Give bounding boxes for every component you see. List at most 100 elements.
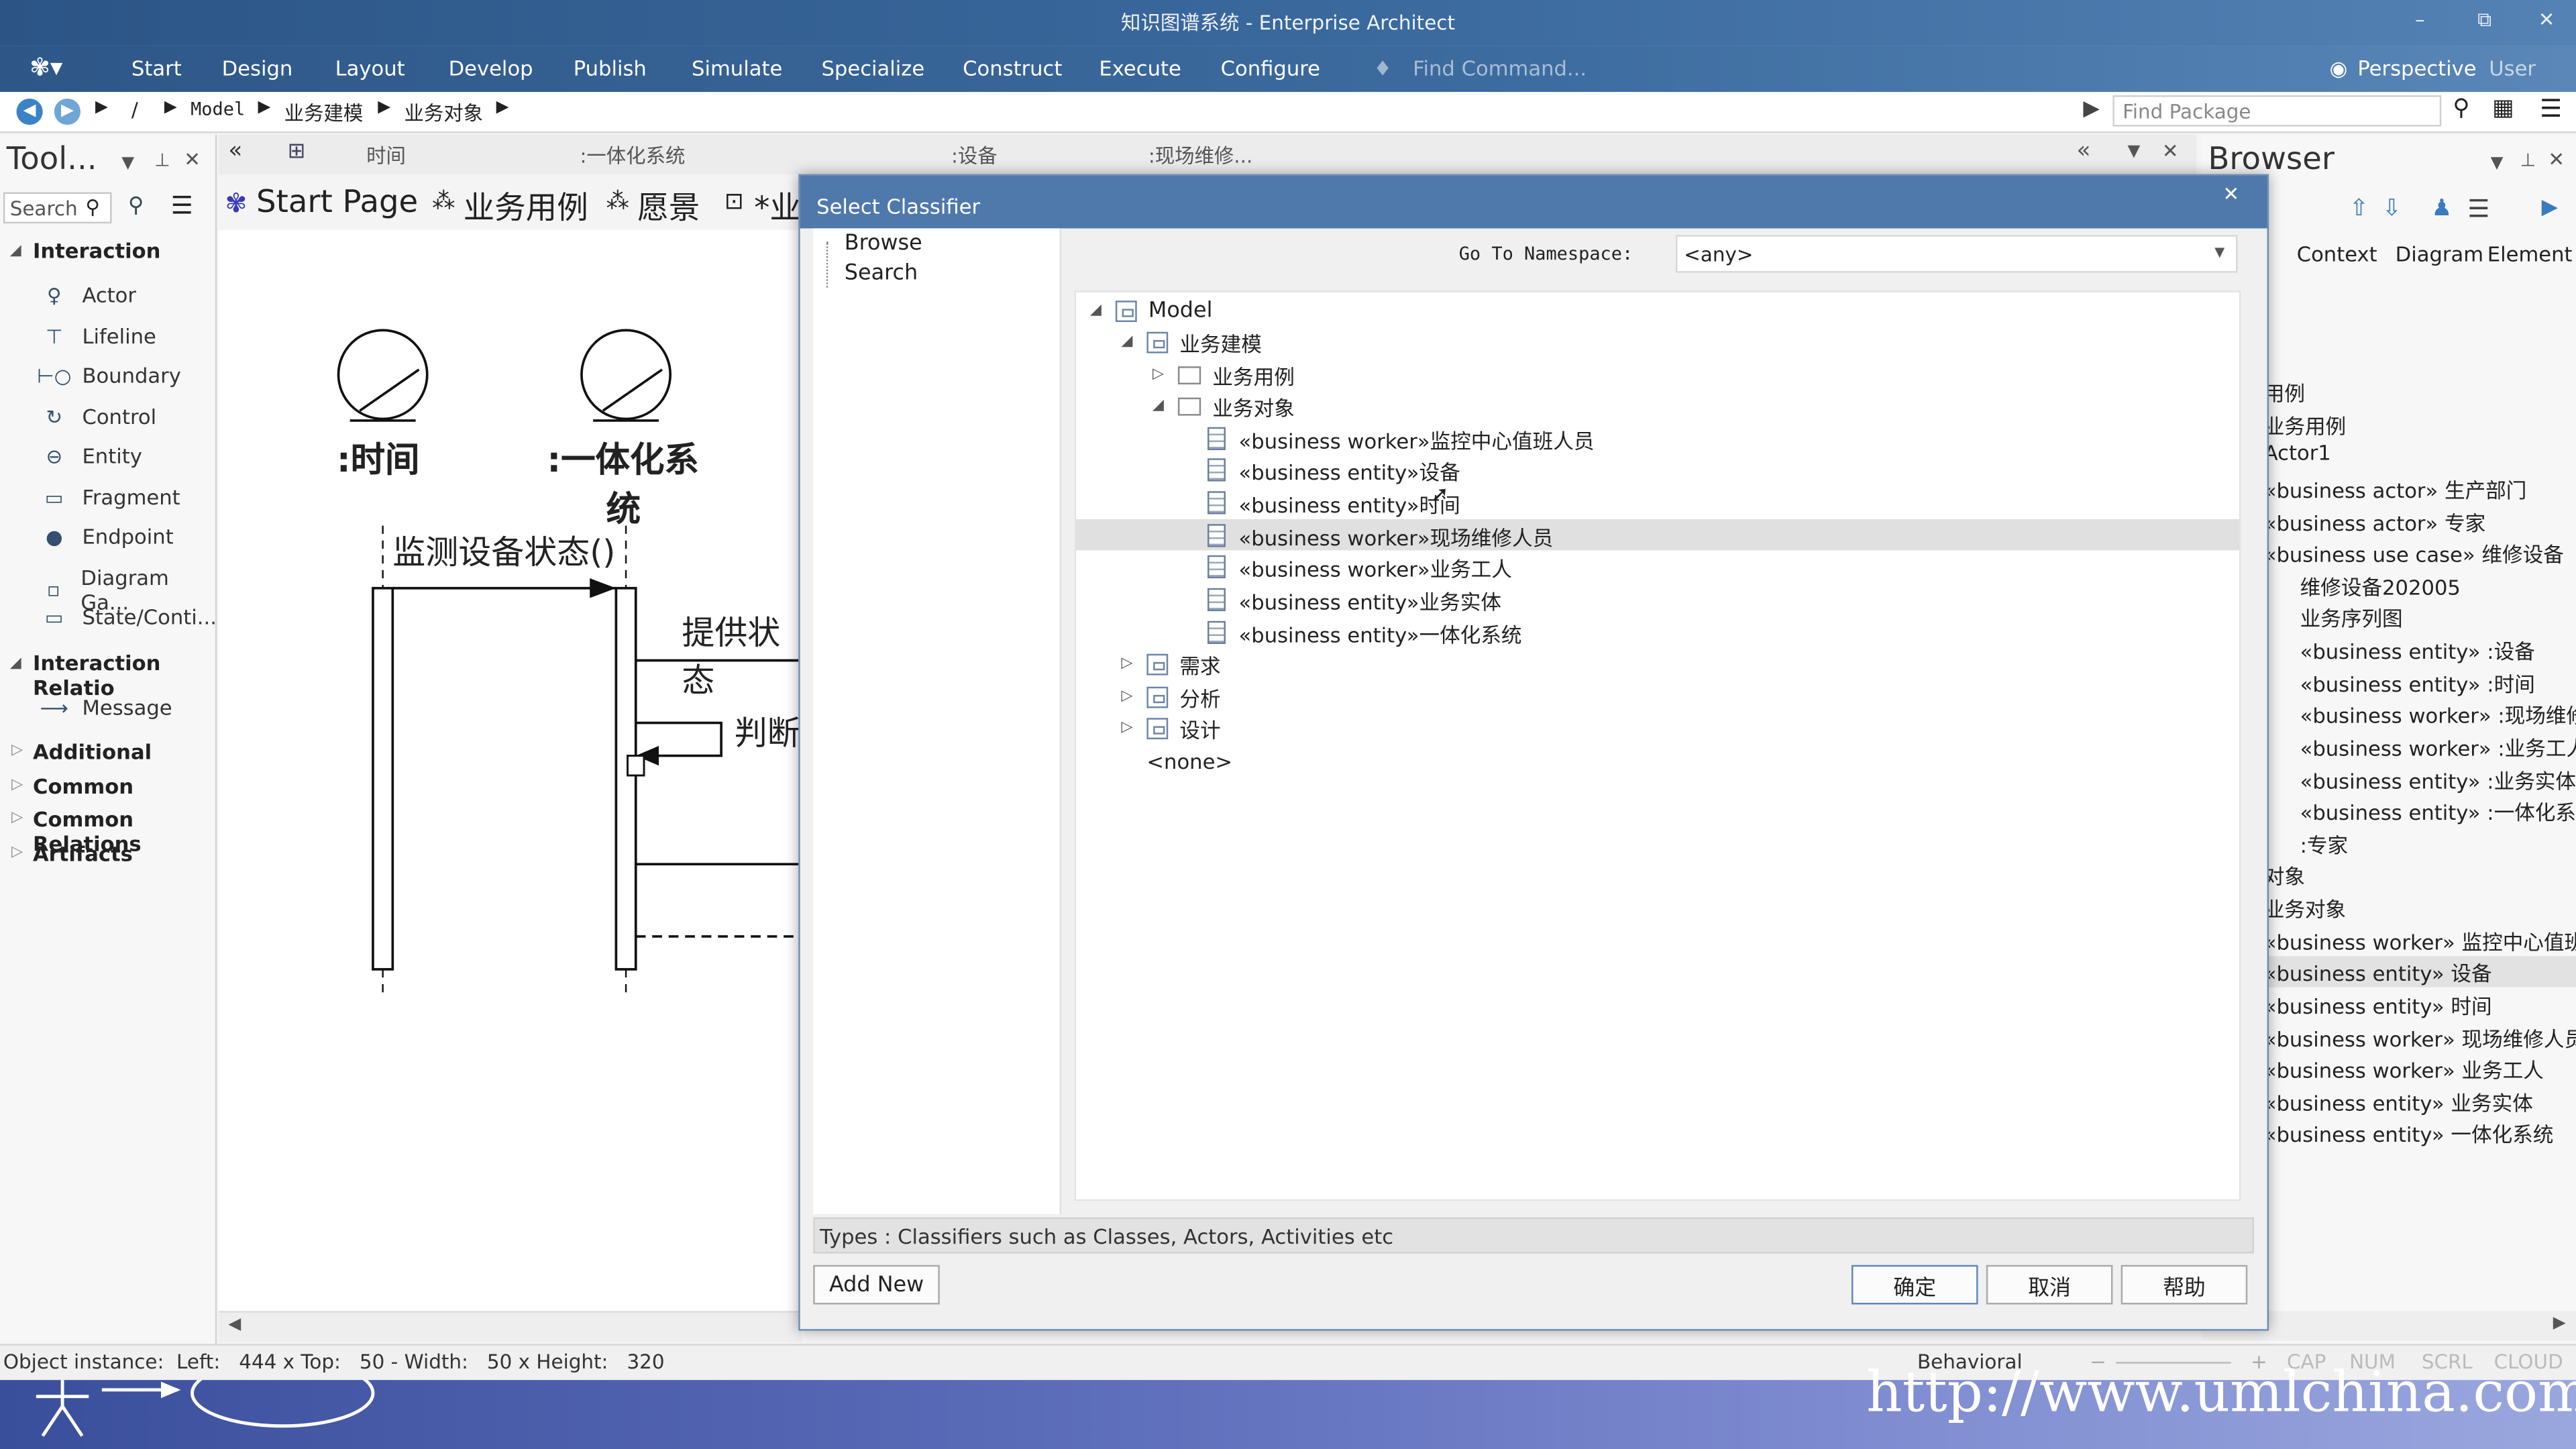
tree-node-business-modeling[interactable]: ◢ 业务建模 <box>1117 327 1262 356</box>
tool-control[interactable]: ↻ Control <box>43 404 156 429</box>
section-additional[interactable]: Additional <box>33 739 152 764</box>
browser-item[interactable]: «business worker» :业务工人 <box>2300 731 2576 763</box>
browser-item[interactable]: «business actor» 专家 <box>2264 506 2486 537</box>
header-tab-integrated-system[interactable]: :一体化系统 <box>580 142 685 170</box>
tree-node-requirements[interactable]: ▷ 需求 <box>1117 649 1221 678</box>
browser-item[interactable]: «business worker» 业务工人 <box>2264 1053 2544 1085</box>
header-tab-time[interactable]: 时间 <box>366 142 406 170</box>
dropdown-icon[interactable]: ▼ <box>2491 154 2504 172</box>
minimize-button[interactable]: – <box>2415 8 2425 31</box>
tool-lifeline[interactable]: ⊤ Lifeline <box>43 323 156 348</box>
tree-node-class[interactable]: «business entity»设备 <box>1208 455 1460 484</box>
find-icon[interactable]: ⚲ <box>128 194 144 219</box>
menu-develop[interactable]: Develop <box>449 56 533 80</box>
browser-item[interactable]: 对象 <box>2264 859 2305 891</box>
tab-business-use-case[interactable]: 业务用例 <box>464 184 588 228</box>
diagram-canvas[interactable]: :时间 :一体化系 统 监测设备状态() 提供状态 判断 <box>218 229 802 1311</box>
go-icon[interactable]: ▶ <box>2083 97 2099 121</box>
header-tab-maintenance[interactable]: :现场维修... <box>1148 142 1253 170</box>
tree-node-business-use-case[interactable]: ▷ 业务用例 <box>1148 360 1295 389</box>
menu-lines-icon[interactable]: ☰ <box>2540 94 2562 123</box>
tree-node-class[interactable]: «business worker»监控中心值班人员 <box>1208 424 1594 453</box>
menu-simulate[interactable]: Simulate <box>692 56 782 80</box>
find-package-input[interactable]: Find Package <box>2112 95 2442 127</box>
forward-icon[interactable]: ▶ <box>54 98 81 125</box>
message-label-monitor[interactable]: 监测设备状态() <box>392 526 615 574</box>
browser-item[interactable]: «business entity» 时间 <box>2264 989 2492 1020</box>
mode-search[interactable]: Search <box>845 261 918 286</box>
browser-item[interactable]: «business entity» :设备 <box>2300 634 2535 665</box>
ok-button[interactable]: 确定 <box>1851 1265 1978 1305</box>
tree-node-class[interactable]: «business entity»时间 <box>1208 488 1460 517</box>
expanded-triangle-icon[interactable]: ◢ <box>1086 303 1106 319</box>
close-window-button[interactable]: ✕ <box>2538 8 2555 31</box>
collapsed-triangle-icon[interactable]: ▷ <box>1117 688 1136 704</box>
browser-item[interactable]: «business entity» :一体化系统 <box>2300 795 2576 826</box>
tool-fragment[interactable]: ▭ Fragment <box>43 484 180 509</box>
horizontal-scrollbar[interactable]: ◀ <box>218 1311 802 1342</box>
add-new-button[interactable]: Add New <box>813 1265 940 1305</box>
tree-node-class[interactable]: «business entity»业务实体 <box>1208 585 1501 614</box>
menu-specialize[interactable]: Specialize <box>822 56 925 80</box>
tree-node-analysis[interactable]: ▷ 分析 <box>1117 682 1221 711</box>
search-icon[interactable]: ⚲ <box>85 195 100 218</box>
tree-node-class[interactable]: «business entity»一体化系统 <box>1208 618 1522 647</box>
expand-triangle-icon[interactable]: ▷ <box>11 810 23 826</box>
user-button[interactable]: User <box>2489 56 2536 80</box>
browser-item[interactable]: «business use case» 维修设备 <box>2264 537 2564 569</box>
properties-icon[interactable]: ♟ <box>2432 195 2453 221</box>
close-icon[interactable]: ✕ <box>2548 148 2565 170</box>
scroll-left-icon[interactable]: ◀ <box>228 1316 241 1334</box>
move-up-icon[interactable]: ⇧ <box>2349 195 2369 221</box>
browser-item[interactable]: 业务对象 <box>2264 892 2346 924</box>
tool-endpoint[interactable]: ● Endpoint <box>43 524 174 549</box>
back-icon[interactable]: ◀ <box>16 98 43 125</box>
close-icon[interactable]: ✕ <box>2162 140 2179 162</box>
package-grid-icon[interactable]: ▦ <box>2492 95 2514 121</box>
tree-node-design[interactable]: ▷ 设计 <box>1117 713 1221 743</box>
tree-node-class-selected[interactable]: «business worker»现场维修人员 <box>1208 521 1553 550</box>
move-down-icon[interactable]: ⇩ <box>2382 195 2402 221</box>
menu-layout[interactable]: Layout <box>335 56 405 80</box>
breadcrumb-business-modeling[interactable]: 业务建模 <box>284 99 364 127</box>
header-tab-equipment[interactable]: :设备 <box>951 142 998 170</box>
menu-design[interactable]: Design <box>222 56 293 80</box>
tree-node-model[interactable]: ◢ Model <box>1086 296 1212 325</box>
breadcrumb-model[interactable]: Model <box>191 99 245 120</box>
search-icon[interactable]: ⚲ <box>2453 95 2469 121</box>
tool-actor[interactable]: ♀ Actor <box>43 282 136 307</box>
menu-execute[interactable]: Execute <box>1099 56 1181 80</box>
dialog-close-button[interactable]: ✕ <box>2222 182 2239 205</box>
collapse-left-icon[interactable]: « <box>228 138 242 164</box>
scroll-right-icon[interactable]: ▶ <box>2553 1314 2566 1332</box>
tool-entity[interactable]: ⊖ Entity <box>43 443 142 468</box>
browser-item[interactable]: «business worker» 现场维修人员 <box>2264 1022 2576 1053</box>
browser-item-selected[interactable]: «business entity» 设备 <box>2263 956 2576 987</box>
browser-item[interactable]: 业务用例 <box>2264 409 2346 441</box>
section-interaction-relations[interactable]: Interaction Relatio <box>33 651 215 700</box>
dropdown-icon[interactable]: ▼ <box>121 154 134 172</box>
expanded-triangle-icon[interactable]: ◢ <box>1148 398 1168 414</box>
collapsed-triangle-icon[interactable]: ▷ <box>1148 366 1168 382</box>
ea-logo-icon[interactable]: ✾▾ <box>30 52 62 82</box>
play-icon[interactable]: ▶ <box>2542 195 2558 220</box>
browser-tab-diagram[interactable]: Diagram <box>2396 241 2483 266</box>
menu-publish[interactable]: Publish <box>574 56 647 80</box>
browser-item[interactable]: 用例 <box>2264 376 2305 408</box>
browser-item[interactable]: 业务序列图 <box>2300 601 2403 633</box>
tool-boundary[interactable]: ⊢○ Boundary <box>37 363 181 388</box>
tab-business-objects[interactable]: *业 <box>754 184 801 228</box>
menu-construct[interactable]: Construct <box>963 56 1062 80</box>
browser-item[interactable]: «business entity» :业务实体 <box>2300 764 2576 796</box>
find-command-input[interactable]: Find Command... <box>1413 56 1587 80</box>
restore-button[interactable]: ⧉ <box>2477 8 2491 33</box>
menu-start[interactable]: Start <box>131 56 182 80</box>
expand-triangle-icon[interactable]: ▷ <box>11 743 23 759</box>
browser-item[interactable]: «business worker» :现场维修人 <box>2300 698 2576 730</box>
browser-item[interactable]: «business entity» 一体化系统 <box>2264 1117 2554 1148</box>
browser-item[interactable]: «business worker» 监控中心值班人 <box>2264 925 2576 957</box>
menu-configure[interactable]: Configure <box>1221 56 1320 80</box>
tool-state-continuation[interactable]: ▭ State/Conti... <box>43 604 217 629</box>
namespace-select[interactable]: <any> ▼ <box>1675 235 2238 273</box>
browser-tab-element[interactable]: Element <box>2487 241 2573 266</box>
